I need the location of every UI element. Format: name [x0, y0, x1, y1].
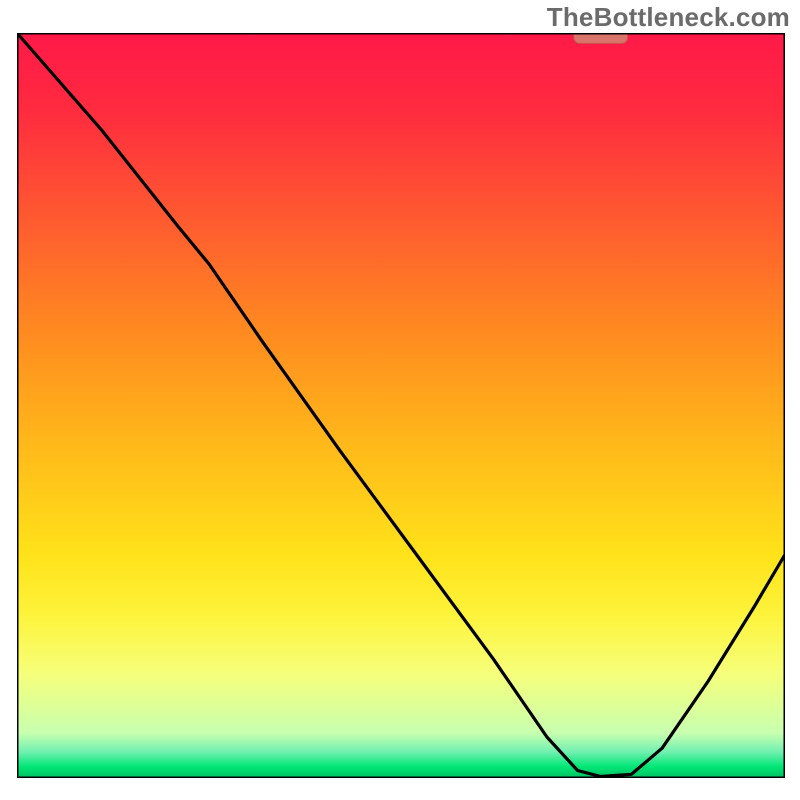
- watermark-label: TheBottleneck.com: [547, 2, 790, 33]
- chart-stage: TheBottleneck.com: [0, 0, 800, 800]
- bottleneck-chart: [0, 0, 800, 800]
- gradient-background: [17, 33, 785, 778]
- plot-area: [17, 30, 785, 778]
